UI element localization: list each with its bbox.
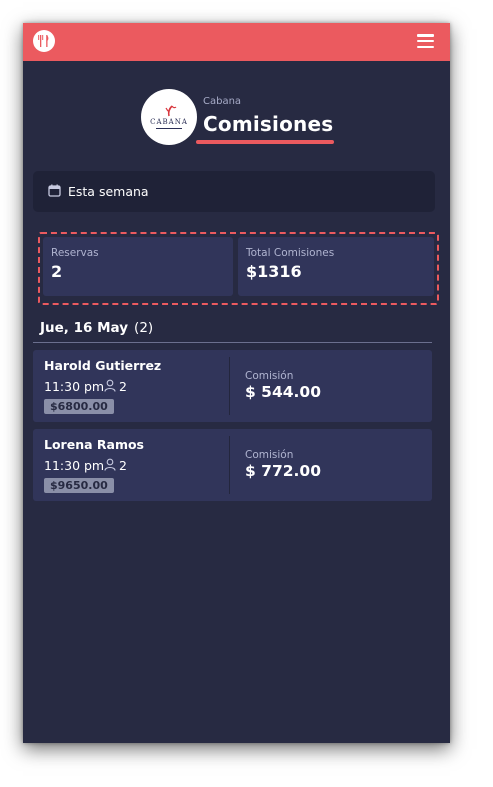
hamburger-menu-icon[interactable] (417, 34, 434, 48)
guest-count: 2 (119, 379, 127, 394)
person-icon (104, 379, 116, 392)
calendar-icon (48, 184, 61, 197)
booking-time: 11:30 pm (44, 379, 105, 394)
fork-knife-logo-icon[interactable] (33, 30, 55, 52)
reservations-card: Reservas 2 (43, 237, 233, 296)
divider (33, 342, 432, 343)
palm-leaf-icon (165, 105, 177, 117)
day-count: (2) (134, 320, 154, 336)
booking-time: 11:30 pm (44, 458, 105, 473)
venue-logo: CABANA (141, 89, 197, 145)
date-range-label: Esta semana (68, 184, 149, 199)
booking-card[interactable]: Lorena Ramos 11:30 pm 2 $9650.00 Comisió… (33, 429, 432, 501)
guest-name: Harold Gutierrez (44, 358, 162, 373)
venue-logo-text: CABANA (150, 118, 188, 126)
booking-amount-badge: $9650.00 (44, 478, 114, 493)
guest-name: Lorena Ramos (44, 437, 144, 452)
day-date: Jue, 16 May (40, 320, 129, 336)
day-header: Jue, 16 May (2) (40, 320, 153, 336)
booking-card[interactable]: Harold Gutierrez 11:30 pm 2 $6800.00 Com… (33, 350, 432, 422)
commission-label: Comisión (245, 370, 294, 382)
person-icon (104, 458, 116, 471)
reservations-label: Reservas (51, 247, 99, 259)
card-separator (229, 436, 230, 494)
reservations-value: 2 (51, 262, 63, 281)
guest-count: 2 (119, 458, 127, 473)
commission-label: Comisión (245, 449, 294, 461)
total-commissions-card: Total Comisiones $1316 (238, 237, 434, 296)
venue-name: Cabana (203, 96, 242, 107)
commission-value: $ 772.00 (245, 462, 321, 480)
card-separator (229, 357, 230, 415)
title-underline (196, 140, 334, 144)
commission-value: $ 544.00 (245, 383, 321, 401)
app-frame: CABANA Cabana Comisiones Esta semana Res… (23, 23, 450, 743)
date-range-filter[interactable]: Esta semana (33, 171, 435, 212)
total-commissions-label: Total Comisiones (246, 247, 335, 259)
venue-logo-underline (156, 128, 182, 129)
top-bar (23, 23, 450, 61)
summary-highlight: Reservas 2 Total Comisiones $1316 (38, 232, 439, 305)
total-commissions-value: $1316 (246, 262, 302, 281)
page-title: Comisiones (203, 112, 334, 136)
booking-amount-badge: $6800.00 (44, 399, 114, 414)
